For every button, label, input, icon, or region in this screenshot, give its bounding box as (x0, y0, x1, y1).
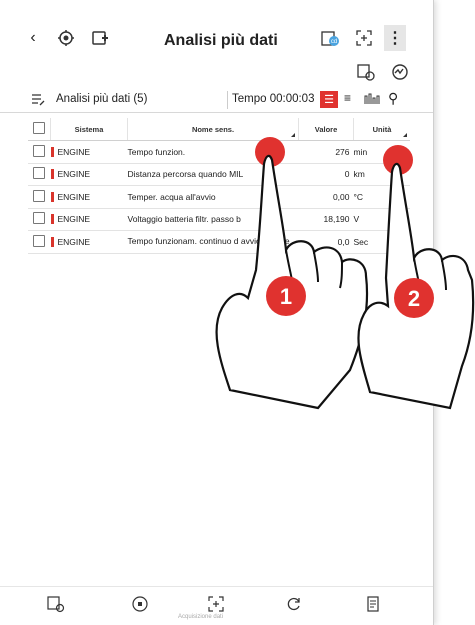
car-settings-icon[interactable] (356, 62, 376, 87)
refresh-icon[interactable] (282, 593, 306, 615)
gesture-overlay: 1 2 (215, 137, 475, 410)
sistema-cell: ENGINE (50, 236, 91, 247)
edit-list-icon[interactable] (30, 92, 46, 111)
sistema-cell: ENGINE (50, 214, 91, 225)
sistema-cell: ENGINE (50, 146, 91, 157)
chevron-left-icon[interactable]: ‹ (24, 26, 42, 50)
select-all-cell[interactable] (28, 118, 51, 141)
select-all-checkbox[interactable] (33, 122, 45, 134)
divider (227, 91, 228, 109)
sistema-cell: ENGINE (50, 169, 91, 180)
row-checkbox[interactable] (33, 189, 46, 202)
kebab-menu-icon[interactable]: ⋮ (384, 25, 406, 51)
cd-icon[interactable]: cd (318, 26, 342, 50)
faded-label: Acquisizione dati (178, 614, 224, 620)
gauge-icon[interactable] (390, 62, 410, 87)
car-add-icon[interactable] (88, 26, 112, 50)
capture-icon[interactable] (352, 26, 376, 50)
marker-1-label: 1 (280, 284, 292, 309)
capture-icon[interactable] (204, 593, 228, 615)
row-checkbox[interactable] (33, 167, 46, 180)
page-title: Analisi più dati (164, 32, 278, 49)
gear-refresh-icon[interactable] (54, 26, 78, 50)
list-view-icon[interactable]: ☰ (320, 91, 338, 108)
row-checkbox[interactable] (33, 212, 46, 225)
sistema-cell: ENGINE (50, 191, 91, 202)
search-icon[interactable]: ⚲ (388, 90, 398, 107)
tempo-label: Tempo 00:00:03 (232, 93, 315, 105)
list-count-label: Analisi più dati (5) (56, 93, 148, 105)
row-checkbox[interactable] (33, 144, 46, 157)
svg-text:cd: cd (331, 39, 337, 45)
sub-toolbar (0, 58, 433, 86)
list-toolbar: Analisi più dati (5) Tempo 00:00:03 ☰ ≡ … (0, 88, 433, 113)
row-checkbox[interactable] (33, 234, 46, 247)
report-icon[interactable] (362, 593, 386, 615)
record-icon[interactable] (128, 593, 152, 615)
graph-view-icon[interactable] (364, 93, 380, 108)
text-view-icon[interactable]: ≡ (344, 91, 351, 105)
col-sistema[interactable]: Sistema (50, 118, 128, 141)
car-connect-icon[interactable] (44, 593, 68, 615)
top-bar: ‹ Analisi più dati cd ⋮ (0, 18, 433, 58)
bottom-bar: Acquisizione dati (0, 586, 433, 621)
marker-2-label: 2 (408, 286, 420, 311)
